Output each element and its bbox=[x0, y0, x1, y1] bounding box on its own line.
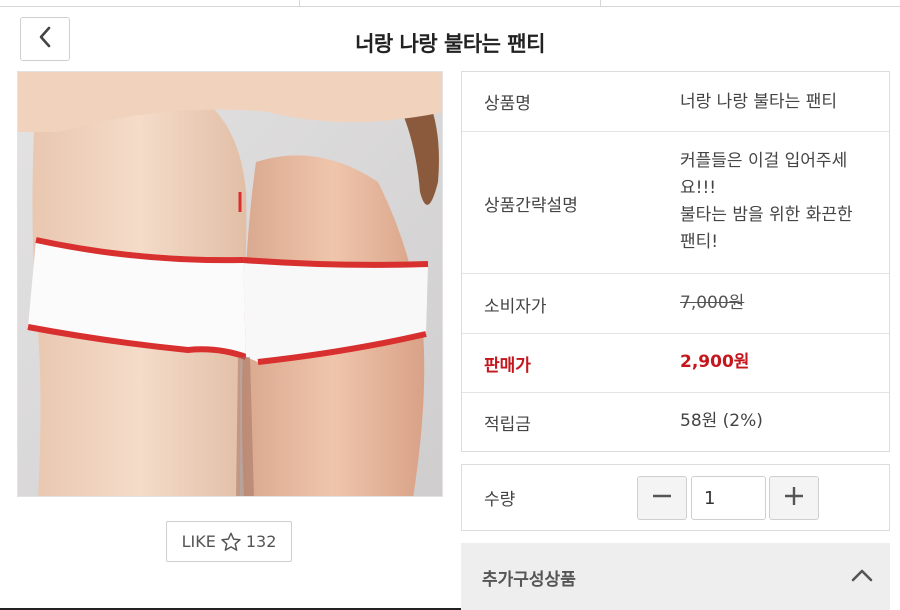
quantity-decrease-button[interactable] bbox=[637, 476, 687, 520]
chevron-up-icon[interactable] bbox=[848, 561, 876, 589]
product-image bbox=[17, 71, 443, 497]
quantity-label: 수량 bbox=[484, 490, 516, 510]
addon-products-panel[interactable]: 추가구성상품 bbox=[461, 543, 890, 610]
plus-icon bbox=[783, 485, 805, 511]
sale-price: 2,900원 bbox=[680, 352, 750, 372]
star-icon bbox=[220, 531, 242, 553]
info-row-price: 판매가 2,900원 bbox=[462, 334, 889, 393]
description-line: 팬티! bbox=[680, 232, 719, 252]
quantity-increase-button[interactable] bbox=[769, 476, 819, 520]
description-line: 불타는 밤을 위한 화끈한 bbox=[680, 205, 853, 225]
page-header: 너랑 나랑 불타는 팬티 bbox=[0, 8, 900, 68]
tab-divider bbox=[299, 0, 300, 7]
tab-divider bbox=[600, 0, 601, 7]
minus-icon bbox=[651, 485, 673, 511]
info-label: 적립금 bbox=[484, 415, 531, 435]
description-line: 요!!! bbox=[680, 178, 717, 198]
addon-products-label: 추가구성상품 bbox=[482, 570, 576, 590]
like-label: LIKE bbox=[181, 532, 216, 551]
info-label: 상품간략설명 bbox=[484, 196, 578, 216]
info-label: 상품명 bbox=[484, 94, 531, 114]
info-row-name: 상품명 너랑 나랑 불타는 팬티 bbox=[462, 72, 889, 132]
info-row-points: 적립금 58원 (2%) bbox=[462, 393, 889, 451]
info-label: 판매가 bbox=[484, 356, 531, 376]
info-row-description: 상품간략설명 커플들은 이걸 입어주세 요!!! 불타는 밤을 위한 화끈한 팬… bbox=[462, 132, 889, 274]
description-line: 커플들은 이걸 입어주세 bbox=[680, 151, 848, 171]
msrp-price: 7,000원 bbox=[680, 293, 745, 313]
like-button[interactable]: LIKE 132 bbox=[166, 521, 292, 562]
quantity-input[interactable] bbox=[691, 476, 766, 520]
top-tab-strip bbox=[0, 0, 900, 7]
quantity-section: 수량 bbox=[461, 464, 890, 531]
page-title: 너랑 나랑 불타는 팬티 bbox=[355, 32, 545, 56]
info-row-msrp: 소비자가 7,000원 bbox=[462, 274, 889, 334]
product-name: 너랑 나랑 불타는 팬티 bbox=[680, 92, 837, 112]
product-info-table: 상품명 너랑 나랑 불타는 팬티 상품간략설명 커플들은 이걸 입어주세 요!!… bbox=[461, 71, 890, 452]
product-description: 커플들은 이걸 입어주세 요!!! 불타는 밤을 위한 화끈한 팬티! bbox=[680, 148, 875, 256]
info-label: 소비자가 bbox=[484, 297, 547, 317]
reward-points: 58원 (2%) bbox=[680, 411, 763, 431]
like-count: 132 bbox=[245, 532, 277, 551]
